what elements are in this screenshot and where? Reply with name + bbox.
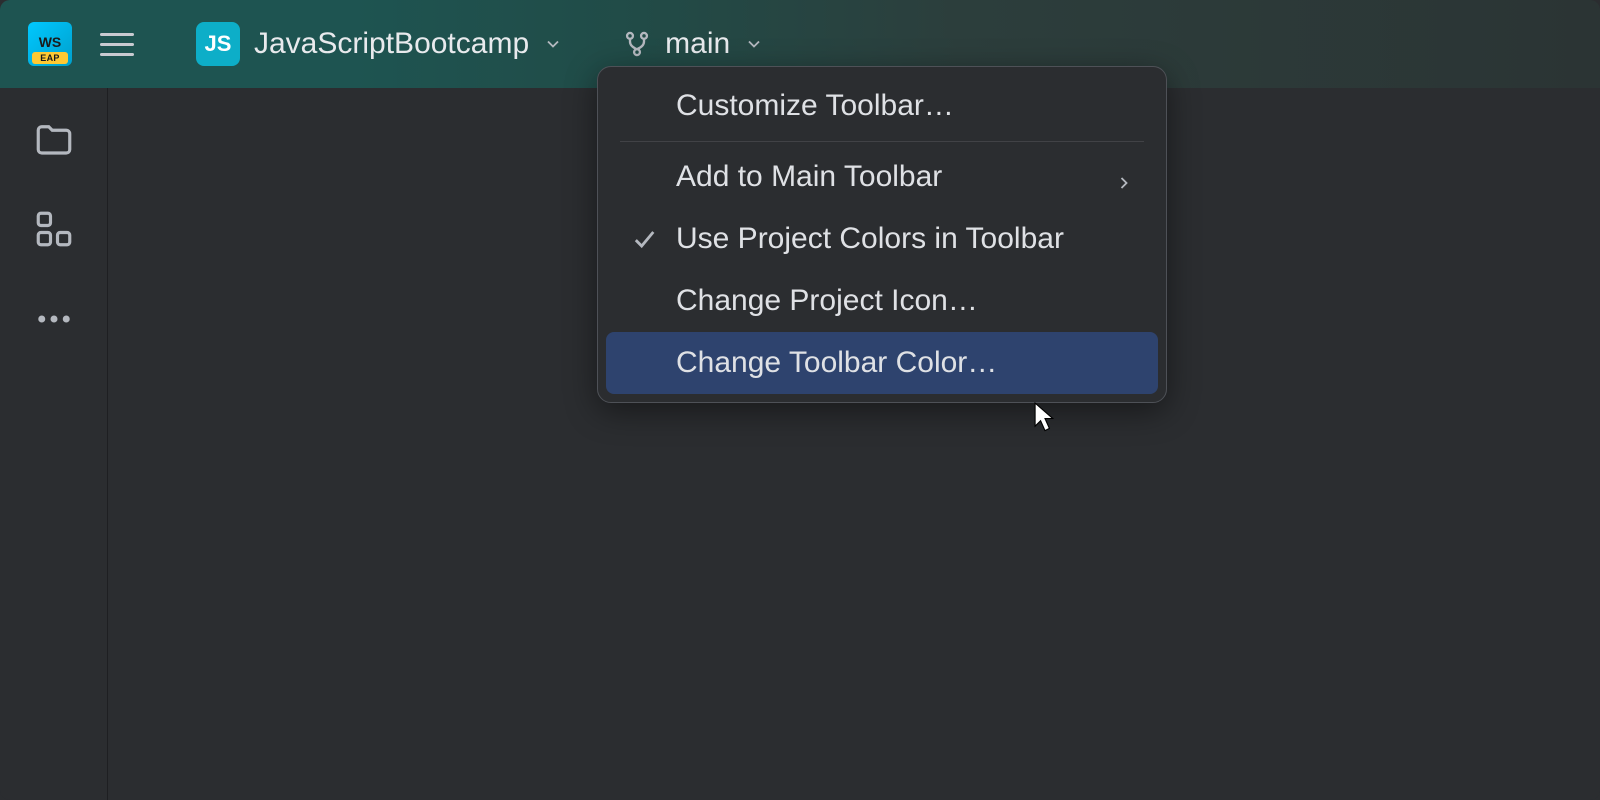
menu-item-label: Customize Toolbar…: [676, 89, 954, 123]
menu-item-add-to-main-toolbar[interactable]: Add to Main Toolbar: [606, 146, 1158, 208]
webstorm-eap-icon: WS EAP: [28, 22, 72, 66]
chevron-down-icon: [744, 34, 764, 54]
menu-item-label: Add to Main Toolbar: [676, 160, 942, 194]
git-branch-icon: [623, 30, 651, 58]
icon-label-top: WS: [39, 35, 62, 49]
menu-item-change-toolbar-color[interactable]: Change Toolbar Color…: [606, 332, 1158, 394]
menu-item-use-project-colors[interactable]: Use Project Colors in Toolbar: [606, 208, 1158, 270]
project-selector[interactable]: JS JavaScriptBootcamp: [196, 22, 563, 66]
menu-item-customize-toolbar[interactable]: Customize Toolbar…: [606, 75, 1158, 137]
menu-item-label: Use Project Colors in Toolbar: [676, 222, 1064, 256]
chevron-down-icon: [543, 34, 563, 54]
ide-window: WS EAP JS JavaScriptBootcamp ma: [0, 0, 1600, 800]
branch-name: main: [665, 27, 730, 61]
project-type-badge: JS: [196, 22, 240, 66]
toolbar-context-menu: Customize Toolbar… Add to Main Toolbar U…: [597, 66, 1167, 403]
menu-divider: [620, 141, 1144, 142]
project-name: JavaScriptBootcamp: [254, 27, 529, 61]
menu-item-label: Change Toolbar Color…: [676, 346, 997, 380]
more-tools-icon[interactable]: [33, 298, 75, 340]
project-tool-icon[interactable]: [33, 118, 75, 160]
hamburger-menu-icon[interactable]: [100, 33, 134, 56]
sidebar: [0, 88, 108, 800]
structure-tool-icon[interactable]: [33, 208, 75, 250]
icon-label-bottom: EAP: [32, 52, 68, 64]
app-icon[interactable]: WS EAP: [28, 22, 72, 66]
menu-item-label: Change Project Icon…: [676, 284, 978, 318]
menu-item-change-project-icon[interactable]: Change Project Icon…: [606, 270, 1158, 332]
branch-selector[interactable]: main: [623, 27, 764, 61]
check-icon: [630, 225, 658, 253]
chevron-right-icon: [1114, 167, 1134, 187]
